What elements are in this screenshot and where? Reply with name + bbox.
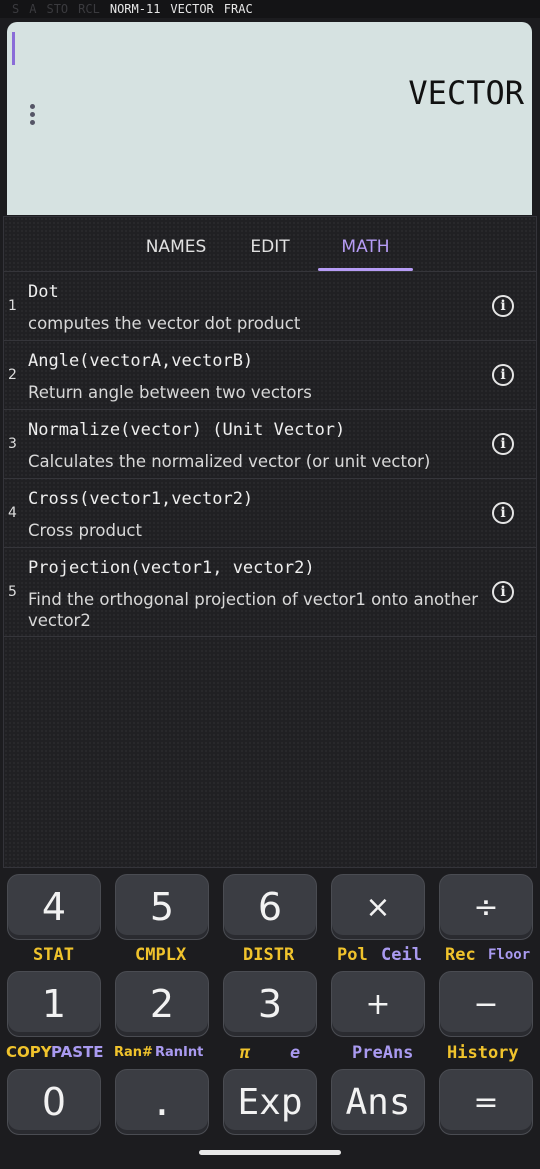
row-number: 1 [8,298,17,314]
status-sto: STO [46,2,69,16]
e-label: e [290,1043,301,1063]
function-title: Dot [28,282,59,302]
pol-label: Pol [337,945,368,965]
key-2[interactable]: 2 [115,971,209,1037]
stat-label: STAT [33,945,74,965]
status-shift: S [12,2,20,16]
history-label: History [447,1043,519,1063]
function-description: Cross product [28,521,142,540]
status-norm: NORM-11 [109,2,161,16]
key-6[interactable]: 6 [223,874,317,940]
calculator-display[interactable]: VECTOR [7,22,532,215]
status-frac: FRAC [223,2,253,16]
menu-tabs: NAMES EDIT MATH [4,217,536,271]
status-alpha: A [29,2,37,16]
home-indicator[interactable] [199,1150,341,1155]
row-number: 4 [8,505,17,521]
info-icon[interactable]: i [492,295,514,317]
ranint-label: RanInt [155,1045,204,1060]
pi-label: π [240,1043,251,1063]
info-icon[interactable]: i [492,581,514,603]
function-description: Calculates the normalized vector (or uni… [28,452,431,471]
function-row-cross[interactable]: 4 Cross(vector1,vector2) Cross product i [4,478,536,547]
row-number: 3 [8,436,17,452]
row-number: 5 [8,584,17,600]
key-decimal[interactable]: . [115,1069,209,1135]
paste-label: PASTE [51,1043,104,1061]
info-icon[interactable]: i [492,433,514,455]
status-rcl: RCL [78,2,100,16]
info-icon[interactable]: i [492,502,514,524]
function-menu-panel: NAMES EDIT MATH 1 Dot computes the vecto… [3,216,537,868]
info-icon[interactable]: i [492,364,514,386]
ceil-label: Ceil [381,945,422,965]
key-divide[interactable]: ÷ [439,874,533,940]
row-number: 2 [8,367,17,383]
mode-status-bar: S A STO RCL NORM-11 VECTOR FRAC [0,0,540,18]
display-expression: VECTOR [408,74,524,112]
key-4[interactable]: 4 [7,874,101,940]
cmplx-label: CMPLX [135,945,187,965]
status-vector: VECTOR [170,2,214,16]
tab-names[interactable]: NAMES [134,237,218,271]
copy-label: COPY [6,1043,52,1061]
key-exp[interactable]: Exp [223,1069,317,1135]
function-row-projection[interactable]: 5 Projection(vector1, vector2) Find the … [4,547,536,637]
function-title: Normalize(vector) (Unit Vector) [28,420,346,440]
function-title: Projection(vector1, vector2) [28,558,315,578]
floor-label: Floor [488,947,531,963]
distr-label: DISTR [243,945,295,965]
tab-edit[interactable]: EDIT [240,237,300,271]
key-1[interactable]: 1 [7,971,101,1037]
key-5[interactable]: 5 [115,874,209,940]
preans-label: PreAns [352,1043,414,1063]
function-title: Angle(vectorA,vectorB) [28,351,254,371]
key-minus[interactable]: − [439,971,533,1037]
ran-hash-label: Ran# [114,1045,153,1060]
function-description: Find the orthogonal projection of vector… [28,590,479,630]
key-multiply[interactable]: × [331,874,425,940]
function-description: computes the vector dot product [28,314,301,333]
key-0[interactable]: 0 [7,1069,101,1135]
function-description: Return angle between two vectors [28,383,312,402]
function-row-normalize[interactable]: 3 Normalize(vector) (Unit Vector) Calcul… [4,409,536,478]
rec-label: Rec [445,945,476,965]
function-row-angle[interactable]: 2 Angle(vectorA,vectorB) Return angle be… [4,340,536,409]
function-row-dot[interactable]: 1 Dot computes the vector dot product i [4,271,536,340]
keypad: 4 5 6 × ÷ STAT CMPLX DISTR Pol Ceil Rec … [0,868,540,1169]
text-cursor [12,32,15,65]
key-3[interactable]: 3 [223,971,317,1037]
key-equals[interactable]: = [439,1069,533,1135]
key-ans[interactable]: Ans [331,1069,425,1135]
function-title: Cross(vector1,vector2) [28,489,254,509]
more-options-icon[interactable] [27,104,37,128]
tab-math[interactable]: MATH [318,237,413,271]
key-plus[interactable]: + [331,971,425,1037]
